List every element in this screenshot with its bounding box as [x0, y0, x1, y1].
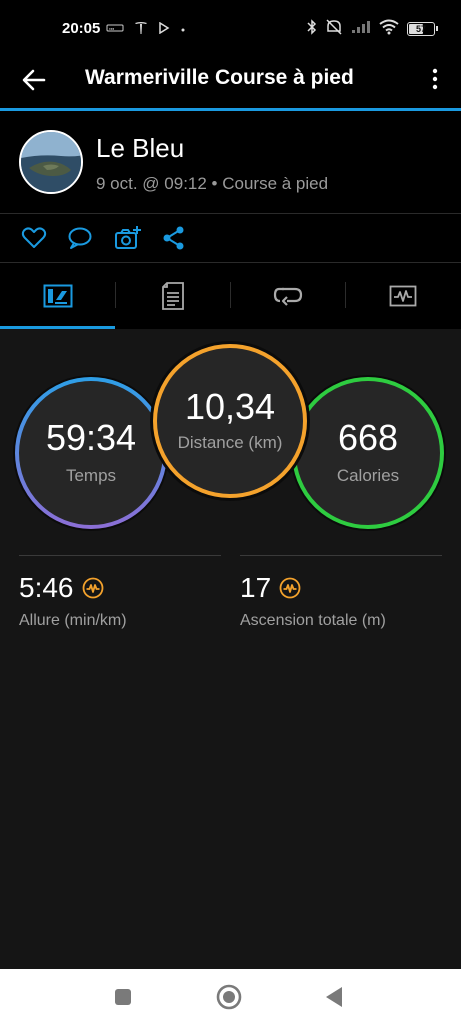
distance-ring: 10,34 Distance (km): [155, 346, 305, 496]
action-bar: [0, 214, 461, 262]
tab-laps[interactable]: [230, 263, 345, 329]
ascent-stat: 17 Ascension totale (m): [240, 555, 442, 630]
activity-meta: 9 oct. @ 09:12 • Course à pied: [96, 174, 329, 193]
activity-name: Le Bleu: [96, 133, 185, 163]
heart-rate-icon[interactable]: [279, 577, 301, 599]
app-notification-icon: ▪▪▪: [106, 23, 124, 36]
distance-label: Distance (km): [177, 433, 283, 452]
tab-summary[interactable]: [0, 263, 115, 329]
play-icon: [158, 21, 170, 37]
pace-stat: 5:46 Allure (min/km): [19, 555, 221, 630]
tab-bar: [0, 263, 461, 329]
back-button[interactable]: [324, 986, 344, 1013]
more-options-icon[interactable]: [427, 68, 443, 90]
laps-icon: [273, 287, 302, 306]
pace-label: Allure (min/km): [19, 612, 127, 629]
ascent-label: Ascension totale (m): [240, 612, 386, 629]
system-nav-bar: [0, 969, 461, 1024]
status-time: 20:05: [62, 20, 101, 37]
heart-rate-icon[interactable]: [82, 577, 104, 599]
dot-icon: [180, 24, 186, 36]
svg-text:▪▪▪: ▪▪▪: [109, 27, 115, 33]
mute-icon: [325, 19, 343, 38]
battery-level: 57: [415, 23, 426, 34]
summary-icon: [43, 284, 72, 308]
comment-icon[interactable]: [67, 225, 93, 251]
stat-divider: [240, 555, 442, 556]
details-icon: [161, 282, 184, 310]
calories-label: Calories: [336, 466, 400, 485]
tab-details[interactable]: [115, 263, 230, 329]
page-title: Warmeriville Course à pied: [85, 66, 354, 89]
battery-icon: 57: [407, 21, 438, 36]
stat-divider: [19, 555, 221, 556]
calories-ring: 668 Calories: [294, 379, 442, 527]
share-icon[interactable]: [161, 225, 187, 251]
app-bar: Warmeriville Course à pied: [0, 60, 461, 108]
distance-value: 10,34: [184, 386, 276, 427]
signal-icon: [351, 20, 371, 37]
status-bar: 20:05 ▪▪▪ 57: [0, 0, 461, 60]
summary-panel: 59:34 Temps 668 Calories 10,34 Distance …: [0, 329, 461, 969]
tab-charts[interactable]: [345, 263, 460, 329]
camera-add-icon[interactable]: [114, 225, 141, 251]
activity-avatar[interactable]: [19, 130, 83, 194]
tesla-icon: [134, 21, 148, 38]
home-button[interactable]: [216, 984, 242, 1015]
bluetooth-icon: [307, 19, 317, 38]
time-ring: 59:34 Temps: [17, 379, 165, 527]
pace-value: 5:46: [19, 572, 74, 603]
activity-header: Le Bleu 9 oct. @ 09:12 • Course à pied: [0, 111, 461, 213]
back-arrow-icon[interactable]: [20, 66, 48, 94]
time-label: Temps: [65, 466, 117, 485]
status-right: 57: [307, 19, 438, 38]
heart-icon[interactable]: [21, 225, 47, 251]
ascent-value: 17: [240, 572, 272, 603]
charts-icon: [389, 285, 416, 307]
wifi-icon: [379, 19, 399, 38]
notification-icons: ▪▪▪: [106, 21, 186, 38]
recent-apps-button[interactable]: [114, 988, 132, 1011]
calories-value: 668: [337, 417, 399, 458]
time-value: 59:34: [45, 417, 137, 458]
